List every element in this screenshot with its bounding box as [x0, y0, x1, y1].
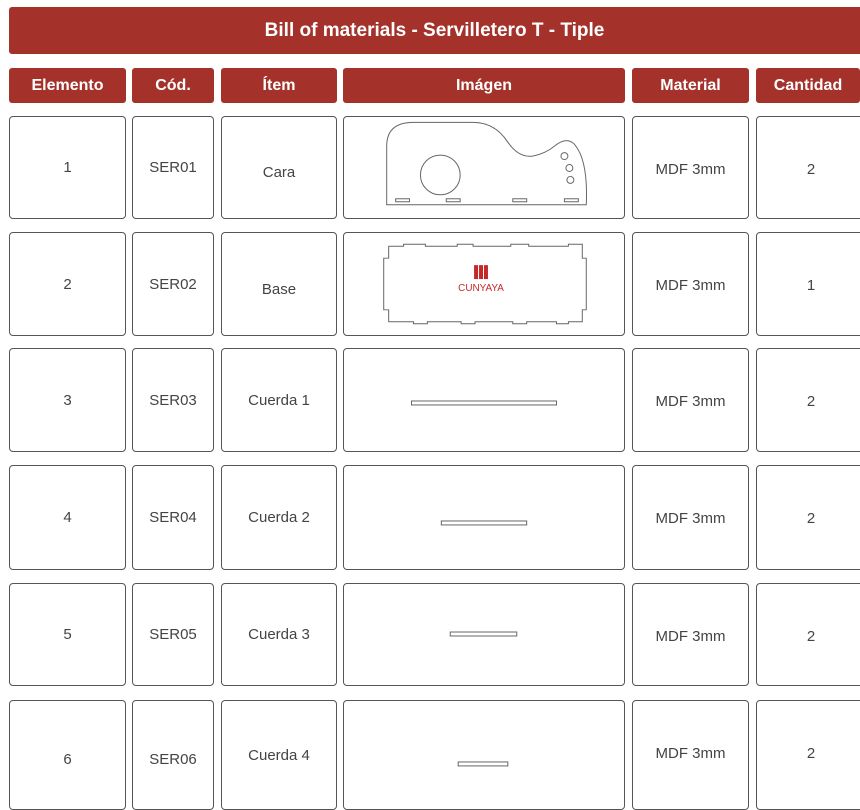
codigo-cell: SER01	[132, 116, 214, 219]
string-bar-shortest	[457, 761, 509, 767]
column-header-elemento: Elemento	[9, 68, 126, 103]
column-header-material: Material	[632, 68, 749, 103]
cantidad-cell: 1	[756, 232, 860, 336]
item-cell: Cara	[221, 116, 337, 219]
codigo-cell: SER06	[132, 700, 214, 810]
elemento-cell: 5	[9, 583, 126, 686]
item-cell: Cuerda 2	[221, 465, 337, 570]
image-cell	[343, 116, 625, 219]
elemento-cell: 4	[9, 465, 126, 570]
elemento-cell: 3	[9, 348, 126, 452]
elemento-cell: 6	[9, 700, 126, 810]
codigo-cell: SER02	[132, 232, 214, 336]
image-cell	[343, 700, 625, 810]
material-cell: MDF 3mm	[632, 465, 749, 570]
elemento-cell: 1	[9, 116, 126, 219]
item-cell: Cuerda 3	[221, 583, 337, 686]
item-cell: Cuerda 1	[221, 348, 337, 452]
image-cell: CUNYAYA	[343, 232, 625, 336]
image-cell	[343, 348, 625, 452]
material-cell: MDF 3mm	[632, 700, 749, 810]
string-bar-long	[411, 400, 557, 406]
item-cell: Base	[221, 232, 337, 336]
material-cell: MDF 3mm	[632, 583, 749, 686]
cantidad-cell: 2	[756, 465, 860, 570]
cantidad-cell: 2	[756, 348, 860, 452]
page-title: Bill of materials - Servilletero T - Tip…	[9, 7, 860, 54]
material-cell: MDF 3mm	[632, 116, 749, 219]
elemento-cell: 2	[9, 232, 126, 336]
column-header-codigo: Cód.	[132, 68, 214, 103]
codigo-cell: SER03	[132, 348, 214, 452]
codigo-cell: SER05	[132, 583, 214, 686]
face-piece-drawing	[386, 121, 588, 206]
codigo-cell: SER04	[132, 465, 214, 570]
column-header-imagen: Imágen	[343, 68, 625, 103]
image-cell	[343, 465, 625, 570]
column-header-item: Ítem	[221, 68, 337, 103]
item-cell: Cuerda 4	[221, 700, 337, 810]
string-bar-short	[449, 631, 518, 637]
cantidad-cell: 2	[756, 700, 860, 810]
cantidad-cell: 2	[756, 116, 860, 219]
cunyaya-logo: CUNYAYA	[458, 265, 504, 294]
logo-text: CUNYAYA	[458, 283, 504, 294]
image-cell	[343, 583, 625, 686]
base-piece-drawing: CUNYAYA	[383, 243, 587, 325]
material-cell: MDF 3mm	[632, 348, 749, 452]
material-cell: MDF 3mm	[632, 232, 749, 336]
column-header-cantidad: Cantidad	[756, 68, 860, 103]
cantidad-cell: 2	[756, 583, 860, 686]
string-bar-medium	[440, 520, 528, 526]
